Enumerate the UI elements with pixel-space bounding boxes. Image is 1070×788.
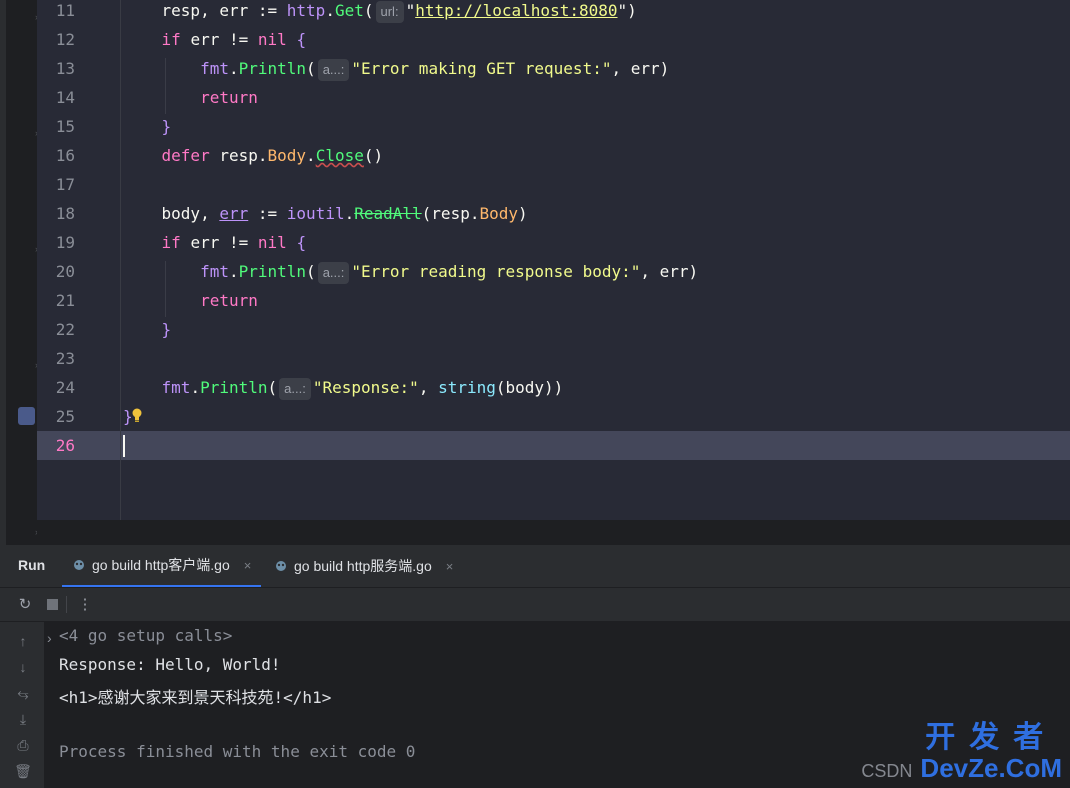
line-number: 14 [55, 88, 75, 107]
line-number: 12 [55, 30, 75, 49]
code-line[interactable]: 21 return [37, 286, 258, 315]
run-panel: Run go build http客户端.go × go build http服… [0, 545, 1070, 788]
soft-wrap-icon[interactable]: ⥃ [14, 684, 32, 702]
console-line: <h1>感谢大家来到景天科技苑!</h1> [59, 688, 332, 707]
code-line[interactable]: 17 [37, 170, 123, 199]
watermark-cn: 开发者 [925, 721, 1058, 754]
code-editor[interactable]: › › › › › 11 resp, err := http.Get(url:"… [0, 0, 1070, 545]
print-icon[interactable]: ⎙ [14, 736, 32, 754]
code-line[interactable]: 11 resp, err := http.Get(url: "http://loc… [37, 0, 637, 25]
watermark-csdn: CSDN [861, 761, 913, 781]
code-line[interactable]: 13 fmt.Println(a...: "Error making GET re… [37, 54, 669, 83]
run-tabs-bar: Run go build http客户端.go × go build http服… [0, 545, 1070, 588]
param-hint: url: [375, 0, 404, 23]
go-gopher-icon [276, 561, 286, 571]
line-number: 11 [55, 1, 75, 20]
lightbulb-icon[interactable] [130, 407, 144, 423]
console-line[interactable]: <4 go setup calls> [59, 626, 232, 645]
editor-bottom-bar [37, 520, 1070, 545]
more-options-icon[interactable]: ⋮ [76, 596, 94, 614]
line-number: 18 [55, 204, 75, 223]
scroll-up-icon[interactable]: ↑ [14, 632, 32, 650]
console-line: Process finished with the exit code 0 [59, 742, 416, 761]
line-number: 19 [55, 233, 75, 252]
line-number: 20 [55, 262, 75, 281]
code-line[interactable]: 15 } [37, 112, 171, 141]
line-number: 21 [55, 291, 75, 310]
go-gopher-icon [74, 560, 84, 570]
code-line-current[interactable]: 26 [37, 431, 123, 460]
param-hint: a...: [279, 377, 311, 400]
tab-label: go build http客户端.go [92, 557, 230, 573]
line-number: 26 [55, 436, 75, 455]
watermark-logo: 开发者 DevZe.CoM [920, 721, 1062, 783]
close-icon[interactable]: × [446, 559, 454, 574]
toolbar-divider [66, 596, 67, 613]
line-number: 17 [55, 175, 75, 194]
line-number: 24 [55, 378, 75, 397]
watermark: CSDN 开发者 DevZe.CoM [861, 721, 1062, 783]
tab-server[interactable]: go build http服务端.go × [264, 545, 463, 587]
trash-icon[interactable]: 🗑 [14, 762, 32, 780]
line-number: 23 [55, 349, 75, 368]
code-line[interactable]: 23 [37, 344, 123, 373]
code-line[interactable]: 12 if err != nil { [37, 25, 306, 54]
tab-label: go build http服务端.go [294, 558, 432, 574]
bookmark-marker[interactable] [18, 407, 35, 425]
scroll-to-end-icon[interactable]: ⤓ [14, 710, 32, 728]
line-number: 25 [55, 407, 75, 426]
code-line[interactable]: 24 fmt.Println(a...: "Response:", string(… [37, 373, 563, 402]
code-line[interactable]: 20 fmt.Println(a...: "Error reading respo… [37, 257, 698, 286]
code-line[interactable]: 16 defer resp.Body.Close() [37, 141, 383, 170]
stop-icon[interactable] [43, 596, 61, 614]
editor-gutter: › › › › › [6, 0, 38, 545]
code-line[interactable]: 22 } [37, 315, 171, 344]
line-number: 13 [55, 59, 75, 78]
param-hint: a...: [317, 261, 350, 284]
console-line: Response: Hello, World! [59, 655, 281, 674]
watermark-en: DevZe.CoM [920, 753, 1062, 783]
line-number: 22 [55, 320, 75, 339]
tab-client[interactable]: go build http客户端.go × [62, 545, 262, 587]
code-line[interactable]: 14 return [37, 83, 258, 112]
current-line-highlight [122, 431, 1070, 460]
text-caret [123, 435, 125, 457]
close-icon[interactable]: × [244, 558, 252, 573]
console-side-toolbar: ↑ ↓ ⥃ ⤓ ⎙ 🗑 [0, 622, 44, 788]
code-line[interactable]: 25} [37, 402, 133, 431]
run-panel-title: Run [18, 557, 46, 573]
scroll-down-icon[interactable]: ↓ [14, 658, 32, 676]
run-toolbar: ↻ ⋮ [0, 588, 1070, 622]
line-number: 16 [55, 146, 75, 165]
rerun-icon[interactable]: ↻ [16, 596, 34, 614]
code-line[interactable]: 18 body, err := ioutil.ReadAll(resp.Body… [37, 199, 528, 228]
chevron-right-icon[interactable]: › [47, 630, 52, 646]
url-link[interactable]: http://localhost:8080 [415, 1, 617, 20]
line-number: 15 [55, 117, 75, 136]
code-line[interactable]: 19 if err != nil { [37, 228, 306, 257]
param-hint: a...: [317, 58, 350, 81]
